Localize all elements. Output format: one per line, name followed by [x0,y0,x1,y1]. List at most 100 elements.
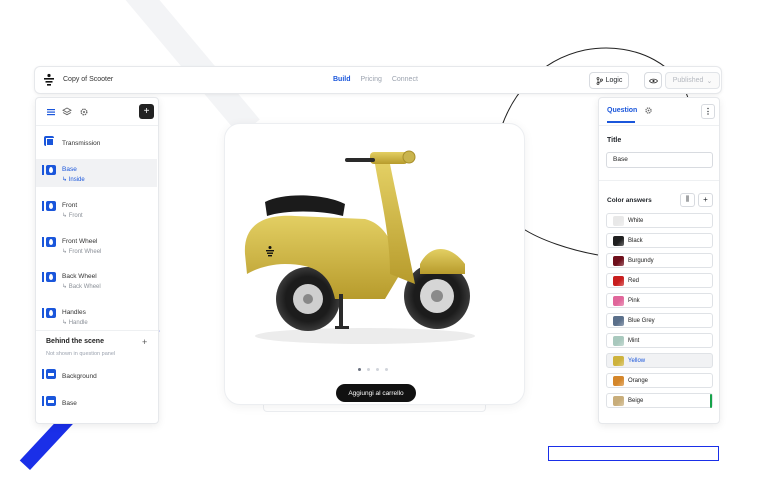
layer-item-base[interactable]: Base ↳ Inside [36,159,157,187]
layer-indicator [42,237,44,247]
library-button[interactable]: ⫼ [680,193,695,207]
scene-item-background[interactable]: Background [36,363,157,391]
color-swatch [613,396,624,406]
image-icon [46,369,56,379]
color-name: Pink [628,298,640,304]
color-list-scrollbar[interactable] [710,394,712,408]
material-icon [46,237,56,247]
top-bar: Copy of Scooter Build Pricing Connect Lo… [34,66,722,94]
layer-sub: ↳ Handle [62,320,88,326]
layer-item-front-wheel[interactable]: Front Wheel ↳ Front Wheel [36,231,157,259]
nav-build[interactable]: Build [333,76,351,83]
color-answer-pink[interactable]: Pink [606,293,713,308]
layer-name: Base [62,400,77,407]
scene-title: Behind the scene [46,338,104,345]
layer-indicator [42,165,44,175]
image-icon [46,396,56,406]
color-name: Yellow [628,358,646,364]
layer-item-handles[interactable]: Handles ↳ Handle [36,302,157,330]
nav-connect[interactable]: Connect [392,76,418,83]
carousel-dot[interactable] [376,368,379,371]
layer-item-front[interactable]: Front ↳ Front [36,195,157,223]
gear-icon[interactable] [79,107,89,117]
color-answer-black[interactable]: Black [606,233,713,248]
color-answer-red[interactable]: Red [606,273,713,288]
carousel-dot[interactable] [385,368,388,371]
layers-panel: + Transmission Base ↳ Inside Front ↳ Fro… [35,97,159,424]
main-nav: Build Pricing Connect [333,76,426,83]
layer-indicator [42,396,44,406]
color-name: Mint [628,338,640,344]
logic-button[interactable]: Logic [589,72,629,89]
layer-item-back-wheel[interactable]: Back Wheel ↳ Back Wheel [36,266,157,294]
list-icon[interactable] [46,107,56,117]
add-layer-button[interactable]: + [139,104,154,119]
layer-sub: ↳ Inside [62,177,85,183]
color-answers-label: Color answers [607,197,652,204]
publish-button[interactable]: Published ⌄ [665,72,720,89]
eye-icon [648,78,658,83]
title-input[interactable]: Base [606,152,713,168]
more-options-button[interactable]: ⋮ [701,104,715,119]
color-swatch [613,296,624,306]
project-title: Copy of Scooter [63,76,114,83]
color-name: Red [628,278,640,284]
color-name: Blue Grey [628,318,655,324]
layer-indicator [42,308,44,318]
add-to-cart-button[interactable]: Aggiungi al carrello [336,384,416,402]
preview-button[interactable] [644,72,662,89]
branch-icon [596,76,603,85]
material-icon [46,272,56,282]
layer-indicator [42,272,44,282]
carousel-dot[interactable] [367,368,370,371]
question-panel-tabs: Question ⋮ [599,98,719,126]
product-preview: Aggiungi al carrello [224,123,525,405]
tab-question[interactable]: Question [607,107,637,123]
divider [599,180,719,181]
color-swatch [613,236,624,246]
layer-sub: ↳ Front [62,213,83,219]
layer-name: Back Wheel [62,273,97,280]
layer-name: Background [62,373,97,380]
carousel-dots [358,368,388,371]
color-name: White [628,218,644,224]
color-answer-beige[interactable]: Beige [606,393,713,408]
layers-panel-tabs: + [36,98,158,126]
library-icon: ⫼ [685,196,690,203]
color-answer-yellow[interactable]: Yellow [606,353,713,368]
color-name: Black [628,238,643,244]
carousel-dot[interactable] [358,368,361,371]
chevron-down-icon: ⌄ [706,77,713,85]
question-panel: Question ⋮ Title Base Color answers ⫼ + … [598,97,720,424]
color-answer-orange[interactable]: Orange [606,373,713,388]
add-scene-item-button[interactable]: + [142,337,147,347]
nav-pricing[interactable]: Pricing [360,76,381,83]
logo-icon [44,73,54,86]
layer-name: Front [62,202,78,209]
color-swatch [613,336,624,346]
layer-indicator [42,201,44,211]
color-swatch [613,316,624,326]
layer-indicator [42,369,44,379]
color-swatch [613,276,624,286]
add-color-button[interactable]: + [698,193,713,207]
color-answer-burgundy[interactable]: Burgundy [606,253,713,268]
color-answer-white[interactable]: White [606,213,713,228]
title-label: Title [607,137,622,144]
background-blue-rect [548,446,719,461]
layer-sub: ↳ Front Wheel [62,249,102,255]
color-swatch [613,376,624,386]
material-icon [46,201,56,211]
color-answer-blue-grey[interactable]: Blue Grey [606,313,713,328]
layer-name: Base [62,166,77,173]
layers-icon[interactable] [62,107,72,117]
layers-scrollbar[interactable] [158,128,159,248]
preview-shadow-edge [263,404,486,412]
color-swatch [613,356,624,366]
gear-icon[interactable] [644,106,653,115]
layer-item-transmission[interactable]: Transmission [36,130,157,158]
scene-item-base[interactable]: Base [36,390,157,418]
color-answer-mint[interactable]: Mint [606,333,713,348]
scene-note: Not shown in question panel [46,351,116,357]
layer-name: Transmission [62,140,101,147]
